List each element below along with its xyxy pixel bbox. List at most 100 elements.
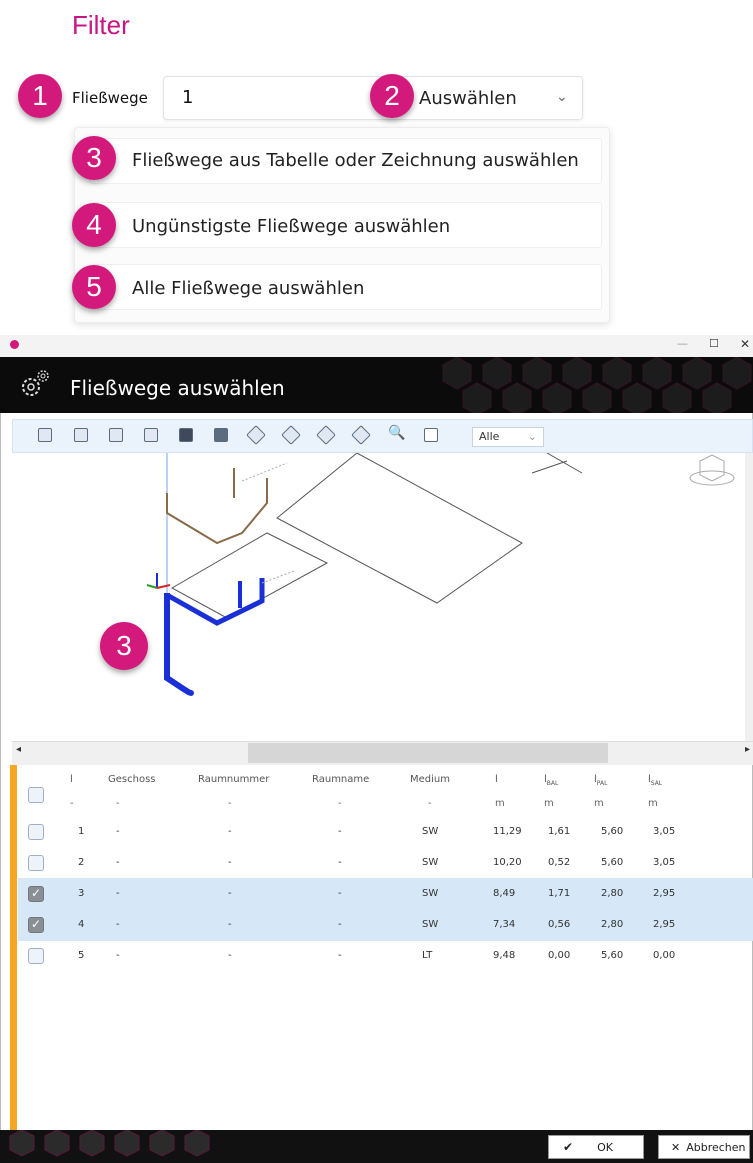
table-cell: -	[228, 888, 232, 899]
ok-button[interactable]: ✔ OK	[548, 1135, 644, 1159]
callout-badge-5: 5	[72, 265, 116, 309]
table-cell: SW	[422, 888, 439, 899]
maximize-icon[interactable]: ☐	[709, 337, 719, 350]
table-row[interactable]	[18, 940, 753, 972]
view-filter-value: Alle	[479, 430, 500, 443]
table-cell: LT	[422, 950, 433, 961]
unit-label: -	[338, 798, 342, 809]
view-top-icon[interactable]	[179, 428, 193, 442]
column-header-l-pal[interactable]: lPAL	[594, 774, 607, 787]
window-titlebar: — ☐ ✕	[0, 335, 753, 357]
table-cell: -	[228, 950, 232, 961]
callout-badge-1: 1	[18, 74, 62, 118]
chevron-down-icon[interactable]: ⌄	[556, 89, 568, 105]
table-cell: -	[338, 826, 342, 837]
table-cell: -	[228, 857, 232, 868]
table-cell: 5,60	[601, 857, 624, 868]
frame-icon[interactable]	[424, 428, 438, 442]
view-back-icon[interactable]	[74, 428, 88, 442]
table-cell: -	[338, 919, 342, 930]
table-row[interactable]	[18, 816, 753, 848]
table-cell: -	[116, 857, 120, 868]
unit-label: -	[116, 798, 120, 809]
table-cell: 4	[78, 919, 85, 930]
table-cell: 7,34	[493, 919, 516, 930]
table-cell: -	[228, 826, 232, 837]
scrollbar-thumb[interactable]	[248, 743, 608, 763]
row-checkbox[interactable]	[28, 824, 44, 840]
flow-paths-label: Fließwege	[72, 89, 148, 107]
table-cell: -	[116, 950, 120, 961]
table-cell: SW	[422, 826, 439, 837]
table-cell: 2	[78, 857, 85, 868]
menu-item-label[interactable]: Alle Fließwege auswählen	[132, 278, 364, 299]
cancel-button-label: Abbrechen	[686, 1140, 746, 1154]
hexagon-pattern	[9, 1129, 210, 1157]
app-icon	[10, 340, 19, 349]
table-cell: 5,60	[601, 950, 624, 961]
row-checkbox[interactable]	[28, 886, 44, 902]
dialog-title: Fließwege auswählen	[70, 376, 285, 400]
select-all-checkbox[interactable]	[28, 787, 44, 803]
row-checkbox[interactable]	[28, 917, 44, 933]
table-cell: SW	[422, 919, 439, 930]
column-header-l-bal[interactable]: lBAL	[544, 774, 558, 787]
column-header-l-sal[interactable]: lSAL	[648, 774, 662, 787]
column-header-length[interactable]: l	[495, 774, 498, 785]
table-cell: -	[116, 919, 120, 930]
row-checkbox[interactable]	[28, 948, 44, 964]
view-front-icon[interactable]	[38, 428, 52, 442]
ok-button-label: OK	[597, 1140, 613, 1154]
table-accent-bar	[10, 765, 17, 1130]
table-cell: 2,95	[653, 919, 676, 930]
menu-item-label[interactable]: Ungünstigste Fließwege auswählen	[132, 216, 450, 237]
view-toolbar	[12, 419, 753, 453]
column-header-index[interactable]: l	[70, 774, 73, 785]
table-cell: -	[338, 950, 342, 961]
hexagon-pattern	[442, 357, 752, 413]
callout-badge-4: 4	[72, 203, 116, 247]
table-cell: -	[116, 888, 120, 899]
select-dropdown-value[interactable]: Auswählen	[419, 88, 517, 109]
table-cell: 0,00	[653, 950, 676, 961]
table-cell: -	[116, 826, 120, 837]
row-checkbox[interactable]	[28, 855, 44, 871]
scroll-left-arrow-icon[interactable]: ◂	[16, 744, 21, 755]
view-left-icon[interactable]	[109, 428, 123, 442]
viewport-vertical-scrollbar[interactable]	[745, 453, 753, 741]
menu-item-label[interactable]: Fließwege aus Tabelle oder Zeichnung aus…	[132, 150, 579, 171]
table-cell: -	[338, 888, 342, 899]
flow-paths-input-value[interactable]: 1	[182, 87, 193, 108]
unit-label: -	[428, 798, 432, 809]
table-cell: 8,49	[493, 888, 516, 899]
view-right-icon[interactable]	[144, 428, 158, 442]
table-cell: 10,20	[493, 857, 522, 868]
table-cell: 1,61	[548, 826, 571, 837]
callout-badge-2: 2	[370, 74, 414, 118]
scroll-right-arrow-icon[interactable]: ▸	[745, 744, 750, 755]
minimize-icon[interactable]: —	[677, 337, 688, 350]
close-icon[interactable]: ✕	[740, 337, 750, 351]
column-header-floor[interactable]: Geschoss	[108, 774, 156, 785]
view-filter-dropdown[interactable]: Alle ⌄	[472, 427, 544, 447]
table-cell: SW	[422, 857, 439, 868]
table-row[interactable]	[18, 878, 753, 910]
table-row[interactable]	[18, 847, 753, 879]
table-row[interactable]	[18, 909, 753, 941]
column-header-room-name[interactable]: Raumname	[312, 774, 369, 785]
drawing-viewport[interactable]	[12, 452, 745, 741]
table-cell: 2,95	[653, 888, 676, 899]
callout-badge-3: 3	[72, 136, 116, 180]
cancel-button[interactable]: ✕ Abbrechen	[658, 1135, 750, 1159]
view-bottom-icon[interactable]	[214, 428, 228, 442]
table-cell: 3	[78, 888, 85, 899]
table-cell: 0,56	[548, 919, 571, 930]
zoom-icon[interactable]: 🔍	[388, 425, 405, 441]
table-cell: 2,80	[601, 919, 624, 930]
unit-label: -	[228, 798, 232, 809]
unit-label: -	[70, 798, 74, 809]
column-header-medium[interactable]: Medium	[410, 774, 450, 785]
table-cell: 3,05	[653, 826, 676, 837]
unit-label: m	[648, 798, 658, 809]
column-header-room-number[interactable]: Raumnummer	[198, 774, 269, 785]
